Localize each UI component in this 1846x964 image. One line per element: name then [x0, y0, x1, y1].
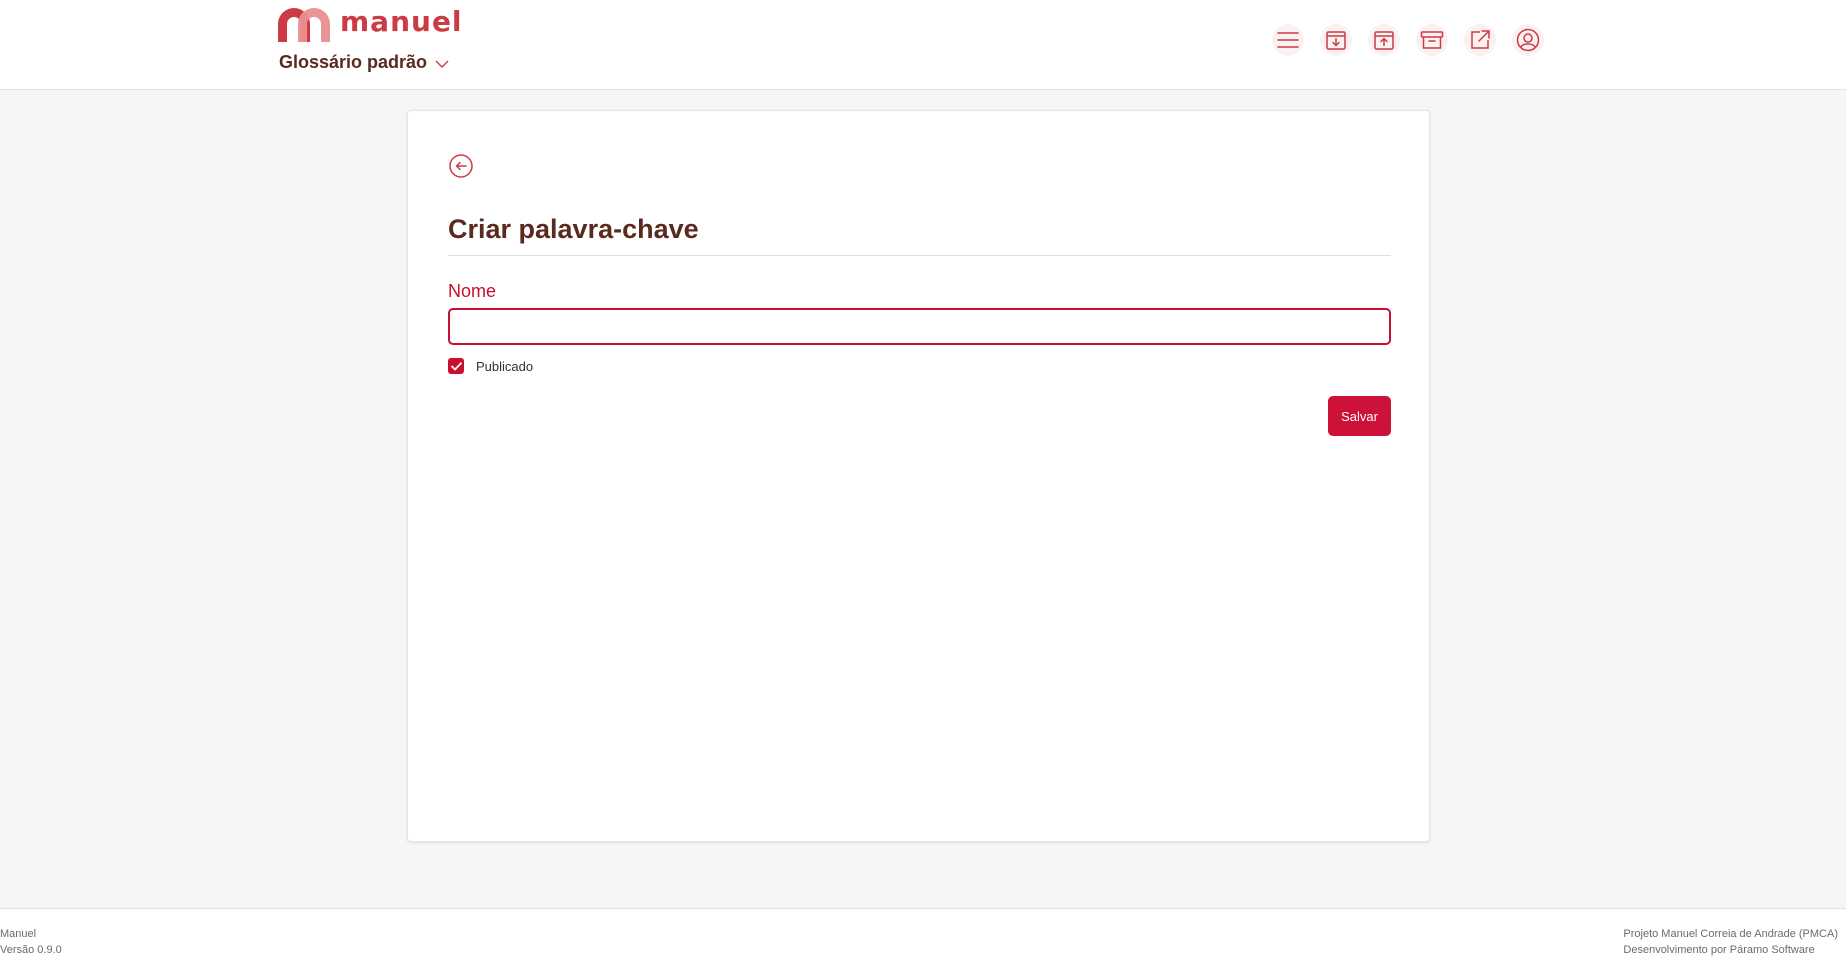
- footer-version: Versão 0.9.0: [0, 944, 62, 956]
- external-link-icon: [1471, 30, 1490, 49]
- menu-icon: [1277, 32, 1299, 48]
- arrow-left-circle-icon: [449, 154, 473, 178]
- glossary-selector[interactable]: Glossário padrão: [279, 52, 449, 73]
- menu-button[interactable]: [1272, 24, 1304, 56]
- export-button[interactable]: [1368, 24, 1400, 56]
- save-button[interactable]: Salvar: [1328, 396, 1391, 436]
- back-button[interactable]: [448, 153, 474, 179]
- create-keyword-card: Criar palavra-chave Nome Publicado Salva…: [407, 110, 1430, 842]
- archive-button[interactable]: [1416, 24, 1448, 56]
- footer-app-name: Manuel: [0, 928, 37, 940]
- archive-upload-icon: [1374, 31, 1394, 50]
- page-footer: Manuel Versão 0.9.0 Projeto Manuel Corre…: [0, 908, 1846, 964]
- chevron-down-icon: [435, 60, 449, 68]
- header-toolbar: [1272, 24, 1544, 56]
- name-input[interactable]: [448, 308, 1391, 345]
- footer-credits: Projeto Manuel Correia de Andrade (PMCA)…: [1623, 926, 1838, 958]
- user-account-icon: [1516, 28, 1540, 52]
- open-external-button[interactable]: [1464, 24, 1496, 56]
- footer-app-info: Manuel Versão 0.9.0: [0, 926, 62, 958]
- check-icon: [450, 361, 462, 370]
- user-account-button[interactable]: [1512, 24, 1544, 56]
- archive-box-icon: [1420, 31, 1444, 49]
- published-label: Publicado: [476, 358, 534, 374]
- page-title: Criar palavra-chave: [448, 214, 699, 244]
- name-field-label: Nome: [448, 281, 497, 301]
- footer-project: Projeto Manuel Correia de Andrade (PMCA): [1623, 928, 1838, 940]
- checkbox-checked[interactable]: [448, 358, 464, 374]
- published-checkbox[interactable]: Publicado: [448, 358, 533, 374]
- import-button[interactable]: [1320, 24, 1352, 56]
- logo-wordmark: manuel: [340, 5, 463, 38]
- top-header: manuel Glossário padrão: [0, 0, 1846, 90]
- title-divider: [448, 255, 1391, 256]
- logo-mark-icon: [278, 8, 330, 42]
- archive-download-icon: [1326, 31, 1346, 50]
- glossary-selector-label: Glossário padrão: [279, 52, 428, 72]
- app-logo[interactable]: manuel: [278, 5, 463, 42]
- footer-developer: Desenvolvimento por Páramo Software: [1623, 944, 1815, 956]
